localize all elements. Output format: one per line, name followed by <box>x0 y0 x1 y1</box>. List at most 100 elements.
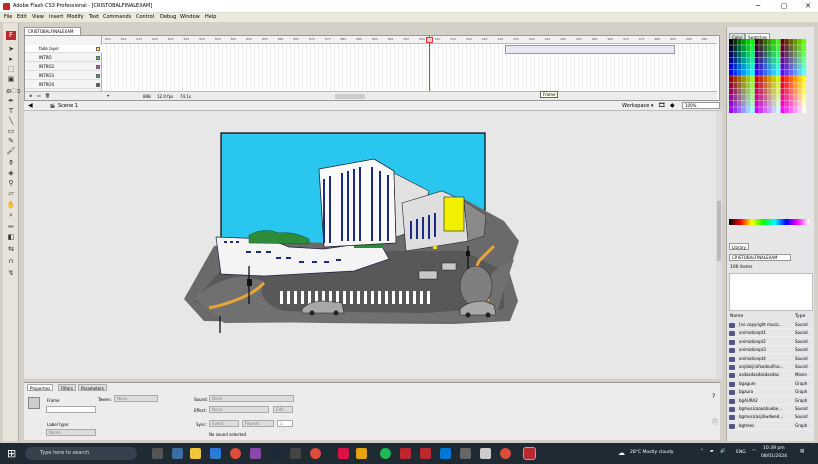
library-col-name[interactable]: Name <box>730 314 743 319</box>
color-swatch[interactable] <box>776 63 781 70</box>
color-swatch[interactable] <box>772 63 776 70</box>
color-swatch[interactable] <box>737 107 742 113</box>
color-swatch[interactable] <box>763 88 768 95</box>
layer-outline-color[interactable] <box>96 74 100 78</box>
color-swatch[interactable] <box>784 51 789 58</box>
color-swatch[interactable] <box>772 82 776 89</box>
tab-library[interactable]: Library <box>729 243 749 250</box>
chrome-icon[interactable] <box>310 448 321 459</box>
playhead-handle[interactable] <box>426 37 433 43</box>
minimize-button[interactable]: ─ <box>750 2 766 11</box>
color-swatch[interactable] <box>802 88 807 95</box>
color-swatch[interactable] <box>754 82 759 89</box>
file-explorer-icon[interactable] <box>190 448 201 459</box>
color-swatch[interactable] <box>754 107 759 113</box>
menu-edit[interactable]: Edit <box>17 14 27 20</box>
chrome-icon[interactable] <box>500 448 511 459</box>
ink-bottle-tool-icon[interactable]: ⚱ <box>6 159 16 168</box>
color-swatch[interactable] <box>733 101 738 107</box>
color-swatch[interactable] <box>789 70 794 76</box>
swap-colors-icon[interactable]: ⇆ <box>6 245 16 254</box>
stroke-color-icon[interactable]: ✏ <box>6 223 16 232</box>
color-swatch[interactable] <box>797 101 802 107</box>
color-swatch[interactable] <box>780 57 785 64</box>
layer-outline-color[interactable] <box>96 47 100 51</box>
color-swatch[interactable] <box>729 101 733 107</box>
color-swatch[interactable] <box>763 39 768 45</box>
scene-name[interactable]: Scene 1 <box>58 103 78 109</box>
tab-filters[interactable]: Filters <box>58 384 76 391</box>
color-swatch[interactable] <box>729 39 733 45</box>
color-swatch[interactable] <box>780 51 785 58</box>
color-swatch[interactable] <box>759 101 764 107</box>
color-swatch[interactable] <box>767 70 772 76</box>
color-swatch[interactable] <box>746 70 751 76</box>
snap-icon[interactable]: ∩ <box>6 257 16 266</box>
color-swatch[interactable] <box>763 51 768 58</box>
color-swatch[interactable] <box>772 70 776 76</box>
color-swatch[interactable] <box>802 45 807 51</box>
color-swatch[interactable] <box>729 107 733 113</box>
weather-text[interactable]: 28°C Mostly cloudy <box>630 450 674 455</box>
color-swatch[interactable] <box>789 82 794 89</box>
color-swatch[interactable] <box>793 94 798 101</box>
color-swatch[interactable] <box>793 88 798 95</box>
color-swatch[interactable] <box>733 51 738 58</box>
color-swatch[interactable] <box>776 82 781 89</box>
library-item[interactable]: bgmusicasjdiwdwed... Sound <box>729 413 813 422</box>
clock-time[interactable]: 10:39 pm <box>763 446 785 451</box>
color-swatch[interactable] <box>784 88 789 95</box>
color-swatch[interactable] <box>746 82 751 89</box>
library-item[interactable]: animationpt2 Sound <box>729 338 813 346</box>
layer-row[interactable]: INTRO4 <box>25 81 102 89</box>
layer-row[interactable]: fade layer <box>25 45 102 53</box>
color-swatch[interactable] <box>746 39 751 45</box>
tab-parameters[interactable]: Parameters <box>78 384 107 391</box>
tab-properties[interactable]: Properties <box>27 384 54 391</box>
color-swatch[interactable] <box>741 51 746 58</box>
vscode-icon[interactable] <box>440 448 451 459</box>
color-swatch[interactable] <box>750 57 755 64</box>
color-swatch[interactable] <box>797 70 802 76</box>
flash-icon[interactable] <box>400 448 411 459</box>
color-swatch[interactable] <box>733 76 738 82</box>
library-col-type[interactable]: Type <box>795 314 805 319</box>
app-icon[interactable] <box>356 448 367 459</box>
color-swatch[interactable] <box>784 101 789 107</box>
color-swatch[interactable] <box>784 76 789 82</box>
back-arrow-icon[interactable]: ◀ <box>28 102 33 109</box>
chrome-icon[interactable] <box>230 448 241 459</box>
color-swatch[interactable] <box>759 76 764 82</box>
color-swatch[interactable] <box>802 51 807 58</box>
library-item[interactable]: anjdaiijiinfoadoufina... Sound <box>729 363 813 371</box>
taskbar-search[interactable]: Type here to search <box>25 447 137 460</box>
color-swatch[interactable] <box>754 94 759 101</box>
frame-ruler[interactable]: 805 810 815 820 825 830 835 840 845 850 855 860 865 8… <box>103 36 717 44</box>
color-swatch[interactable] <box>754 101 759 107</box>
color-swatch[interactable] <box>793 76 798 82</box>
eraser-tool-icon[interactable]: ▱ <box>6 189 16 198</box>
menu-help[interactable]: Help <box>205 14 216 20</box>
color-swatch[interactable] <box>797 82 802 89</box>
edit-effect-button[interactable]: Edit... <box>273 406 293 413</box>
color-swatch[interactable] <box>729 45 733 51</box>
hand-tool-icon[interactable]: ✋ <box>6 201 16 210</box>
color-swatch[interactable] <box>759 88 764 95</box>
color-swatch[interactable] <box>763 94 768 101</box>
color-swatch[interactable] <box>754 88 759 95</box>
color-swatch[interactable] <box>759 107 764 113</box>
color-swatch[interactable] <box>759 51 764 58</box>
tween-span[interactable] <box>505 45 675 54</box>
color-swatch[interactable] <box>729 70 733 76</box>
color-swatch[interactable] <box>789 57 794 64</box>
color-swatch[interactable] <box>737 39 742 45</box>
color-swatch[interactable] <box>776 76 781 82</box>
sound-select[interactable]: None <box>209 395 294 402</box>
color-swatch[interactable] <box>741 94 746 101</box>
color-swatch[interactable] <box>741 70 746 76</box>
layer-outline-color[interactable] <box>96 83 100 87</box>
layer-row[interactable]: INTRO3 <box>25 72 102 80</box>
color-swatch[interactable] <box>793 101 798 107</box>
color-swatch[interactable] <box>784 107 789 113</box>
color-swatch[interactable] <box>780 107 785 113</box>
